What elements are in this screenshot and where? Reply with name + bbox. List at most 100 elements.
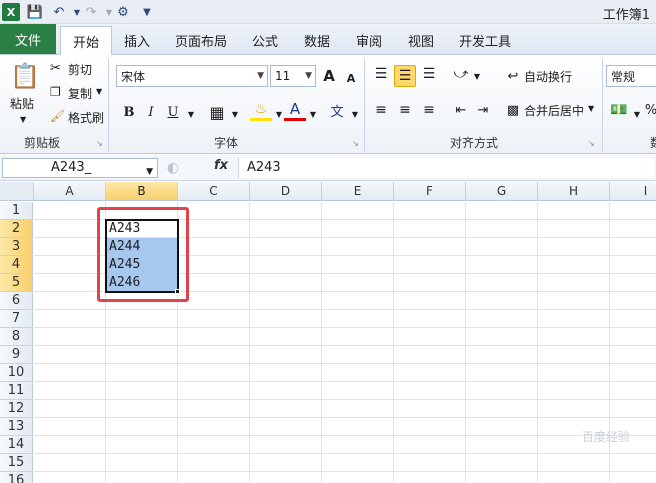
align-bottom-icon[interactable]: ☰ xyxy=(418,63,440,85)
row-header[interactable]: 5 xyxy=(0,274,33,292)
ribbon-separator xyxy=(108,59,109,151)
align-left-icon[interactable]: ≡ xyxy=(370,99,392,121)
merge-center-icon[interactable]: ▩ xyxy=(502,99,524,121)
row-header[interactable]: 8 xyxy=(0,328,33,346)
row-header[interactable]: 16 xyxy=(0,472,33,483)
tab-insert[interactable]: 插入 xyxy=(114,26,160,54)
row-header[interactable]: 3 xyxy=(0,238,33,256)
paste-icon[interactable]: 📋 xyxy=(8,59,42,93)
tab-developer[interactable]: 开发工具 xyxy=(452,26,518,54)
excel-logo-icon[interactable]: X xyxy=(2,3,20,21)
align-center-icon[interactable]: ≡ xyxy=(394,99,416,121)
font-launcher-icon[interactable]: ↘ xyxy=(352,139,359,148)
row-header[interactable]: 13 xyxy=(0,418,33,436)
row-header[interactable]: 12 xyxy=(0,400,33,418)
borders-dropdown-icon[interactable]: ▼ xyxy=(224,103,246,125)
copy-button[interactable]: 复制 xyxy=(68,85,92,102)
font-name-dropdown-icon[interactable]: ▼ xyxy=(257,71,264,81)
align-middle-icon[interactable]: ☰ xyxy=(394,65,416,87)
name-box-dropdown-icon[interactable]: ▼ xyxy=(146,163,153,181)
column-header-i[interactable]: I xyxy=(610,182,656,201)
italic-button[interactable]: I xyxy=(140,101,162,123)
tab-data[interactable]: 数据 xyxy=(296,26,338,54)
insert-function-button[interactable]: fx xyxy=(214,158,228,173)
wrap-text-icon[interactable]: ↩ xyxy=(502,65,524,87)
watermark: 百度经验 xyxy=(581,430,630,444)
tab-file[interactable]: 文件 xyxy=(0,24,56,54)
ribbon-tabs: 文件 开始 插入 页面布局 公式 数据 审阅 视图 开发工具 xyxy=(0,24,656,56)
tools-icon[interactable]: ⚙ xyxy=(114,3,132,21)
formula-bar-handle-icon[interactable]: ◐ xyxy=(162,158,184,178)
align-right-icon[interactable]: ≡ xyxy=(418,99,440,121)
annotation-highlight-box xyxy=(97,207,189,302)
alignment-group-label: 对齐方式 xyxy=(450,136,499,150)
decrease-indent-icon[interactable]: ⇤ xyxy=(450,99,472,121)
redo-icon[interactable]: ↷ xyxy=(82,3,100,21)
column-header-e[interactable]: E xyxy=(322,182,394,201)
font-size-value: 11 xyxy=(275,69,291,83)
formula-input[interactable]: A243 xyxy=(238,158,654,178)
number-group-label: 数 xyxy=(650,134,656,151)
ribbon-separator xyxy=(364,59,365,151)
tab-review[interactable]: 审阅 xyxy=(348,26,390,54)
percent-button[interactable]: % xyxy=(640,99,656,121)
scissors-icon[interactable]: ✂ xyxy=(50,61,66,76)
customize-qat-icon[interactable]: ▼ xyxy=(138,3,156,21)
grow-font-button[interactable]: A xyxy=(318,65,340,87)
tab-formulas[interactable]: 公式 xyxy=(244,26,286,54)
wrap-text-button[interactable]: 自动换行 xyxy=(524,68,572,85)
tab-view[interactable]: 视图 xyxy=(400,26,442,54)
copy-icon[interactable]: ❐ xyxy=(50,85,66,99)
number-format-value: 常规 xyxy=(611,69,636,84)
column-header-f[interactable]: F xyxy=(394,182,466,201)
number-format-combo[interactable]: 常规 xyxy=(606,65,656,87)
shrink-font-button[interactable]: A xyxy=(340,67,362,89)
tab-page-layout[interactable]: 页面布局 xyxy=(168,26,234,54)
underline-dropdown-icon[interactable]: ▼ xyxy=(180,103,202,125)
font-color-dropdown-icon[interactable]: ▼ xyxy=(302,103,324,125)
copy-dropdown-icon[interactable]: ▼ xyxy=(96,87,102,96)
ribbon-home: 📋 粘贴 ▼ ✂ 剪切 ❐ 复制 ▼ 🖌 格式刷 剪贴板 ↘ 宋体 ▼ 11 ▼… xyxy=(0,55,656,154)
paste-button[interactable]: 粘贴 xyxy=(10,95,34,112)
name-box[interactable]: A243_ ▼ xyxy=(2,158,158,178)
row-header[interactable]: 2 xyxy=(0,220,33,238)
worksheet-grid[interactable]: A B C D E F G H I 1 2 3 4 5 6 7 8 9 10 1… xyxy=(0,182,656,483)
format-painter-button[interactable]: 格式刷 xyxy=(68,109,104,126)
undo-icon[interactable]: ↶ xyxy=(50,3,68,21)
row-header[interactable]: 14 xyxy=(0,436,33,454)
row-header[interactable]: 4 xyxy=(0,256,33,274)
row-header[interactable]: 9 xyxy=(0,346,33,364)
increase-indent-icon[interactable]: ⇥ xyxy=(472,99,494,121)
column-header-a[interactable]: A xyxy=(34,182,106,201)
row-header[interactable]: 1 xyxy=(0,202,33,220)
cut-button[interactable]: 剪切 xyxy=(68,61,92,78)
orientation-dropdown-icon[interactable]: ▼ xyxy=(466,65,488,87)
merge-center-button[interactable]: 合并后居中 xyxy=(524,102,584,119)
column-header-b[interactable]: B xyxy=(106,182,178,201)
phonetic-dropdown-icon[interactable]: ▼ xyxy=(344,103,366,125)
align-top-icon[interactable]: ☰ xyxy=(370,63,392,85)
name-box-value: A243_ xyxy=(51,160,92,175)
clipboard-launcher-icon[interactable]: ↘ xyxy=(96,139,103,148)
column-header-h[interactable]: H xyxy=(538,182,610,201)
row-header[interactable]: 6 xyxy=(0,292,33,310)
row-header[interactable]: 11 xyxy=(0,382,33,400)
row-header[interactable]: 15 xyxy=(0,454,33,472)
paste-dropdown-icon[interactable]: ▼ xyxy=(20,115,26,124)
font-name-combo[interactable]: 宋体 ▼ xyxy=(116,65,268,87)
font-size-combo[interactable]: 11 ▼ xyxy=(270,65,316,87)
font-size-dropdown-icon[interactable]: ▼ xyxy=(305,71,312,81)
merge-dropdown-icon[interactable]: ▼ xyxy=(588,104,594,113)
select-all-corner[interactable] xyxy=(0,182,34,201)
bold-button[interactable]: B xyxy=(118,101,140,123)
row-header[interactable]: 7 xyxy=(0,310,33,328)
tab-home[interactable]: 开始 xyxy=(60,26,112,56)
column-header-c[interactable]: C xyxy=(178,182,250,201)
format-painter-icon[interactable]: 🖌 xyxy=(50,109,66,123)
alignment-launcher-icon[interactable]: ↘ xyxy=(588,139,595,148)
row-header[interactable]: 10 xyxy=(0,364,33,382)
column-header-g[interactable]: G xyxy=(466,182,538,201)
window-title: 工作簿1 xyxy=(602,8,650,23)
column-header-d[interactable]: D xyxy=(250,182,322,201)
save-icon[interactable]: 💾 xyxy=(26,3,44,21)
